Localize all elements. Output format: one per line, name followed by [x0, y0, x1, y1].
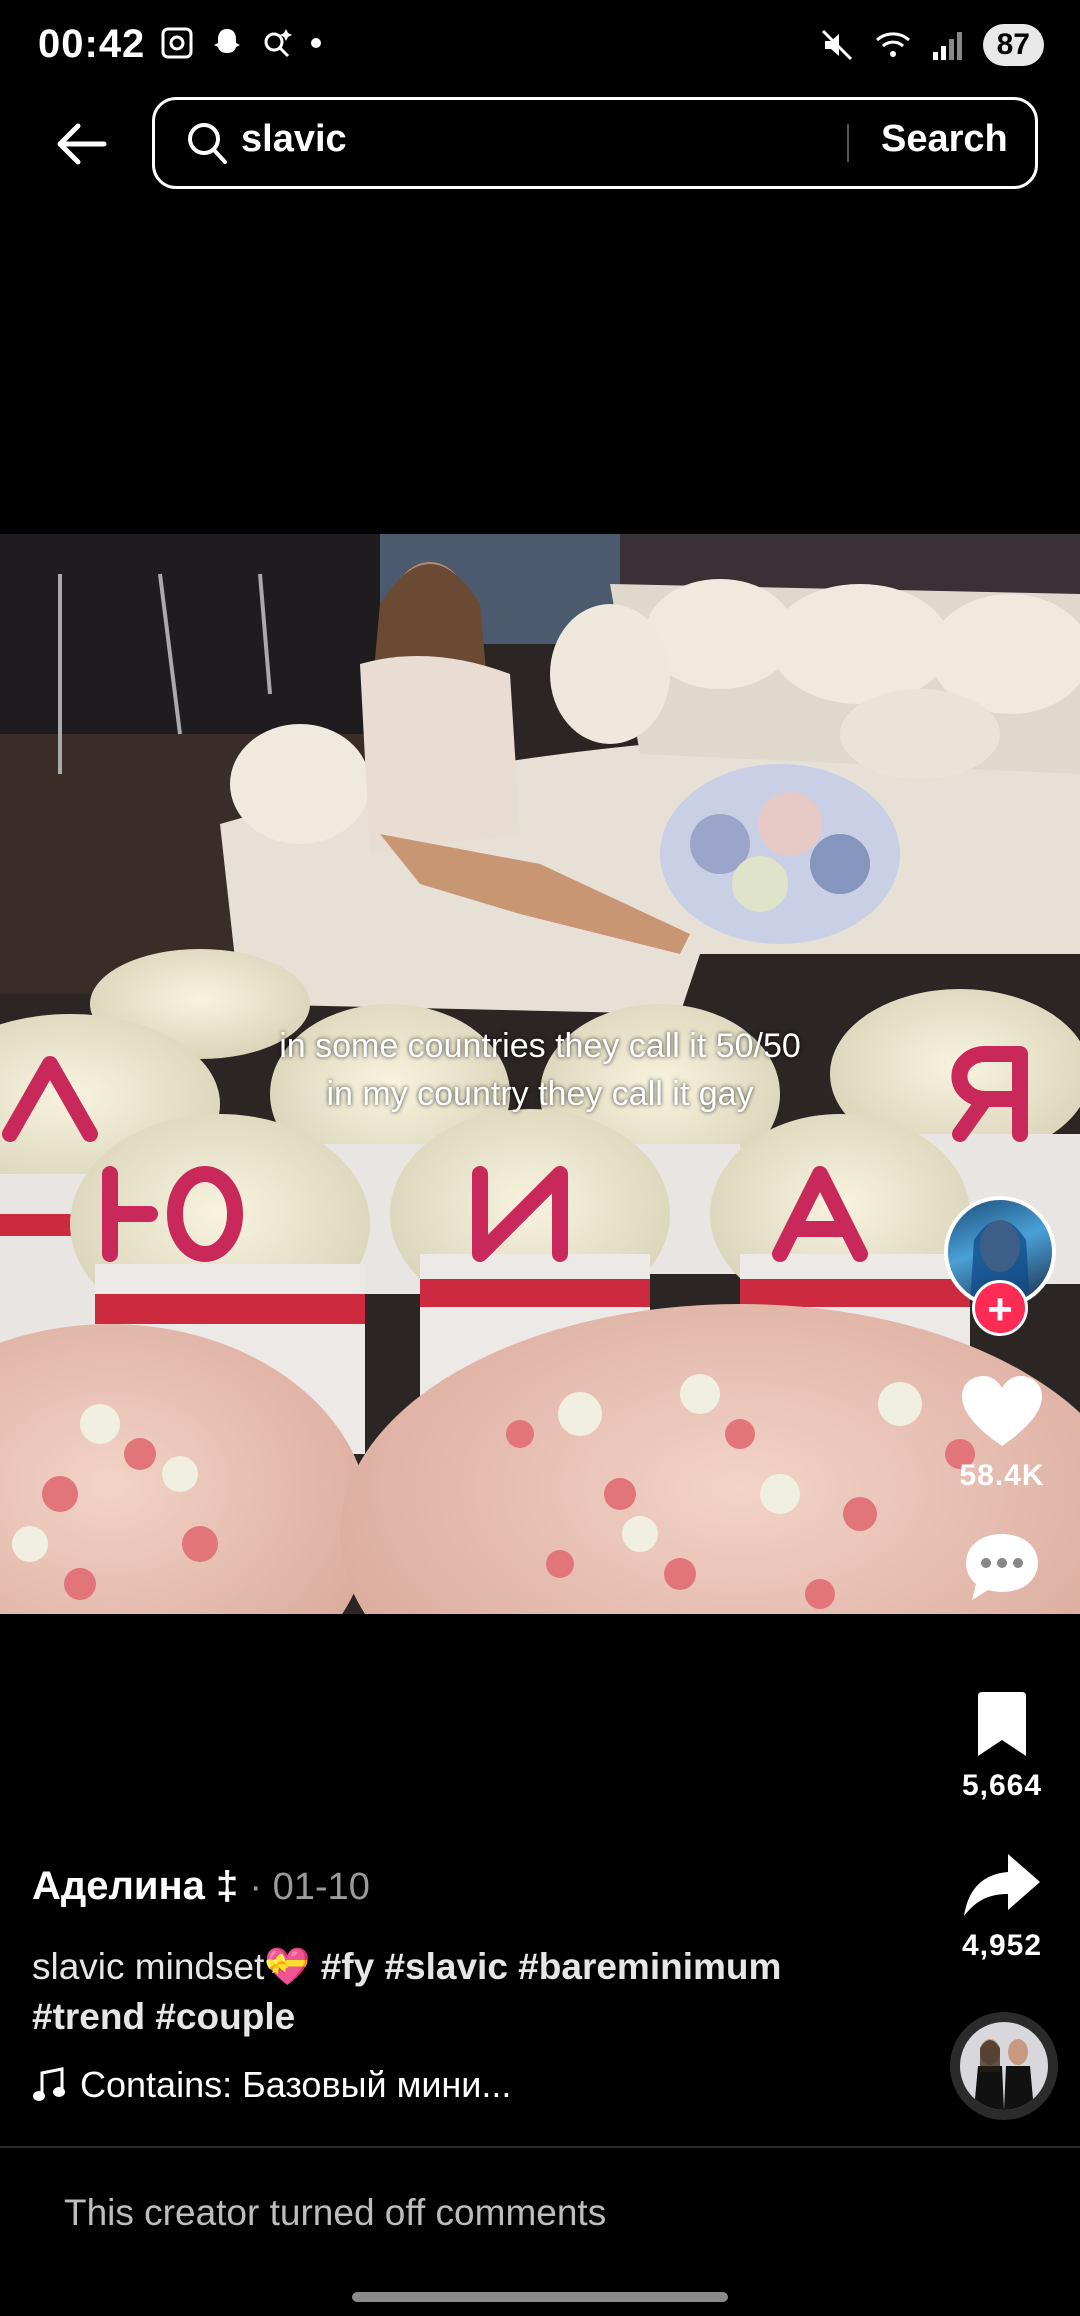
comment-button[interactable] — [932, 1530, 1072, 1609]
search-button[interactable]: Search — [881, 118, 1008, 161]
search-icon — [188, 123, 227, 164]
like-count: 58.4K — [959, 1459, 1045, 1492]
bookmark-count: 5,664 — [961, 1769, 1043, 1802]
bookmark-button[interactable]: 5,664 — [932, 1690, 1072, 1803]
music-disc-image — [960, 2022, 1048, 2110]
hashtags-line-1[interactable]: #fy #slavic #bareminimum — [321, 1946, 782, 1987]
music-note-icon — [33, 2067, 65, 2101]
author-line[interactable]: Аделина ‡ · 01-10 — [32, 1864, 370, 1909]
comments-disabled-notice: This creator turned off comments — [64, 2192, 607, 2233]
music-disc[interactable] — [950, 2012, 1058, 2120]
video-overlay-caption: in some countries they call it 50/50 in … — [0, 1022, 1080, 1118]
search-input[interactable] — [241, 118, 981, 161]
comments-bar: This creator turned off comments — [0, 2146, 1080, 2286]
status-time: 00:42 — [38, 22, 146, 66]
snapchat-icon — [214, 29, 240, 53]
share-count: 4,952 — [961, 1929, 1043, 1962]
heart-icon — [962, 1376, 1042, 1446]
follow-button[interactable]: + — [972, 1280, 1028, 1336]
share-icon — [964, 1854, 1040, 1916]
back-arrow-icon — [57, 123, 107, 165]
post-date: · 01-10 — [249, 1866, 370, 1908]
mute-icon — [821, 29, 852, 61]
system-icons: 87 — [819, 24, 1044, 66]
post-description: slavic mindset💝 #fy #slavic #bareminimum… — [32, 1942, 892, 2042]
sound-name: Contains: Базовый мини... — [80, 2064, 512, 2105]
home-indicator[interactable] — [352, 2292, 728, 2302]
share-button[interactable]: 4,952 — [932, 1850, 1072, 1963]
signal-icon — [932, 32, 962, 60]
screen-capture-icon — [161, 27, 193, 59]
notification-icons — [160, 26, 322, 60]
dot-icon — [311, 38, 321, 48]
back-button[interactable] — [46, 112, 116, 176]
description-text: slavic mindset💝 — [32, 1946, 321, 1987]
author-name[interactable]: Аделина ‡ — [32, 1864, 238, 1908]
sound-link[interactable]: Contains: Базовый мини... — [32, 2064, 511, 2106]
sparkle-search-icon — [264, 29, 292, 58]
comment-icon — [966, 1534, 1038, 1600]
bookmark-icon — [978, 1692, 1026, 1756]
overlay-line-1: in some countries they call it 50/50 — [279, 1027, 801, 1065]
search-box[interactable]: Search — [152, 97, 1038, 189]
hashtags-line-2[interactable]: #trend #couple — [32, 1996, 295, 2037]
search-divider — [847, 124, 849, 162]
battery-indicator: 87 — [982, 24, 1044, 66]
like-button[interactable]: 58.4K — [932, 1374, 1072, 1493]
status-bar: 00:42 87 — [0, 0, 1080, 96]
overlay-line-2: in my country they call it gay — [326, 1075, 754, 1113]
wifi-icon — [875, 32, 910, 57]
video-player[interactable]: in some countries they call it 50/50 in … — [0, 534, 1080, 1614]
